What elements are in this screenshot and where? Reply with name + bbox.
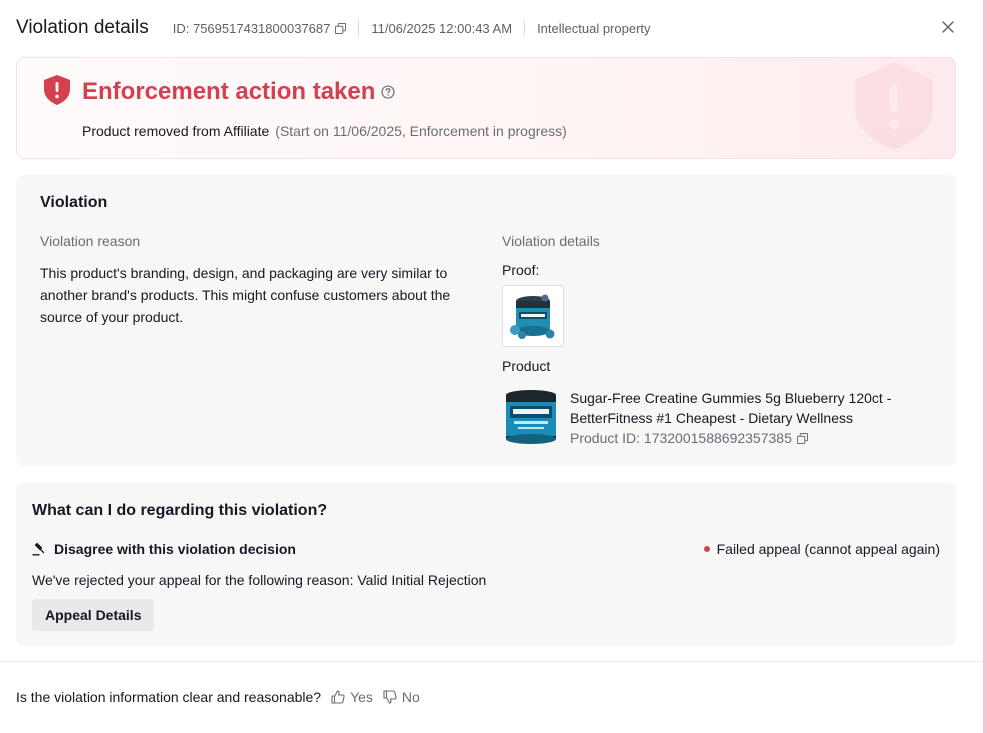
enforcement-headline-text: Enforcement action taken (82, 78, 376, 105)
window-edge (983, 0, 987, 733)
violation-card-title: Violation (40, 194, 108, 211)
violation-timestamp: 11/06/2025 12:00:43 AM (371, 20, 513, 36)
status-dot (703, 546, 710, 552)
proof-product-image (510, 294, 555, 339)
feedback-question: Is the violation information clear and r… (16, 689, 322, 705)
appeal-status-text: Failed appeal (cannot appeal again) (716, 541, 940, 557)
product-name-line2: BetterFitness #1 Cheapest - Dietary Well… (570, 410, 853, 426)
close-icon (942, 21, 954, 33)
disagree-section-title: Disagree with this violation decision (32, 541, 296, 557)
panel-header: Violation details ID: 756951743180003768… (0, 0, 983, 56)
product-image (506, 390, 556, 444)
shield-watermark-icon (855, 62, 933, 150)
enforcement-banner: Enforcement action taken Product removed… (16, 57, 956, 159)
thumb-down-icon (383, 690, 397, 704)
feedback-yes-label: Yes (350, 689, 373, 705)
appeal-card-title: What can I do regarding this violation? (32, 502, 328, 519)
close-button[interactable] (939, 18, 957, 36)
disagree-label: Disagree with this violation decision (54, 541, 296, 557)
violation-category: Intellectual property (537, 20, 651, 36)
violation-reason-column: Violation reason This product's branding… (40, 233, 480, 328)
violation-details-column: Violation details Proof: Product Sugar-F… (502, 233, 922, 448)
gavel-icon (32, 542, 45, 556)
feedback-no-button[interactable]: No (383, 689, 420, 705)
product-label: Product (502, 358, 551, 374)
header-meta: ID: 7569517431800037687 11/06/2025 12:00… (173, 21, 651, 36)
product-row: Sugar-Free Creatine Gummies 5g Blueberry… (502, 388, 922, 448)
feedback-yes-button[interactable]: Yes (331, 689, 373, 705)
violation-details-panel: Violation details ID: 756951743180003768… (0, 0, 983, 733)
footer-divider (0, 661, 983, 662)
product-id: Product ID: 1732001588692357385 (570, 430, 792, 446)
product-name-line1: Sugar-Free Creatine Gummies 5g Blueberry… (570, 390, 892, 406)
enforcement-detail: (Start on 11/06/2025, Enforcement in pro… (275, 123, 567, 139)
product-id-row: Product ID: 1732001588692357385 (570, 428, 891, 448)
proof-image[interactable] (502, 285, 564, 347)
appeal-rejection-text: We've rejected your appeal for the follo… (32, 572, 487, 588)
meta-separator (358, 21, 360, 35)
violation-details-label: Violation details (502, 233, 600, 249)
product-info: Sugar-Free Creatine Gummies 5g Blueberry… (570, 388, 891, 448)
help-circle-icon[interactable] (381, 85, 395, 99)
feedback-bar: Is the violation information clear and r… (16, 689, 420, 705)
violation-reason-label: Violation reason (40, 233, 141, 249)
feedback-no-label: No (401, 689, 420, 705)
violation-id: ID: 7569517431800037687 (172, 20, 331, 36)
shield-alert-icon (44, 75, 70, 105)
appeal-card: What can I do regarding this violation? … (16, 483, 956, 646)
panel-title: Violation details (16, 17, 149, 38)
appeal-details-button[interactable]: Appeal Details (32, 599, 155, 631)
enforcement-action: Product removed from Affiliate (82, 123, 270, 139)
enforcement-summary: Product removed from Affiliate (Start on … (82, 123, 567, 139)
product-thumbnail[interactable] (502, 388, 560, 446)
proof-label: Proof: (502, 262, 540, 278)
enforcement-headline: Enforcement action taken (82, 78, 395, 106)
thumb-up-icon (331, 690, 345, 704)
violation-reason-text: This product's branding, design, and pac… (40, 265, 451, 325)
appeal-status: Failed appeal (cannot appeal again) (703, 541, 940, 557)
meta-separator (524, 21, 526, 35)
copy-icon[interactable] (335, 22, 347, 34)
copy-icon[interactable] (796, 432, 808, 444)
violation-card: Violation Violation reason This product'… (16, 175, 956, 466)
